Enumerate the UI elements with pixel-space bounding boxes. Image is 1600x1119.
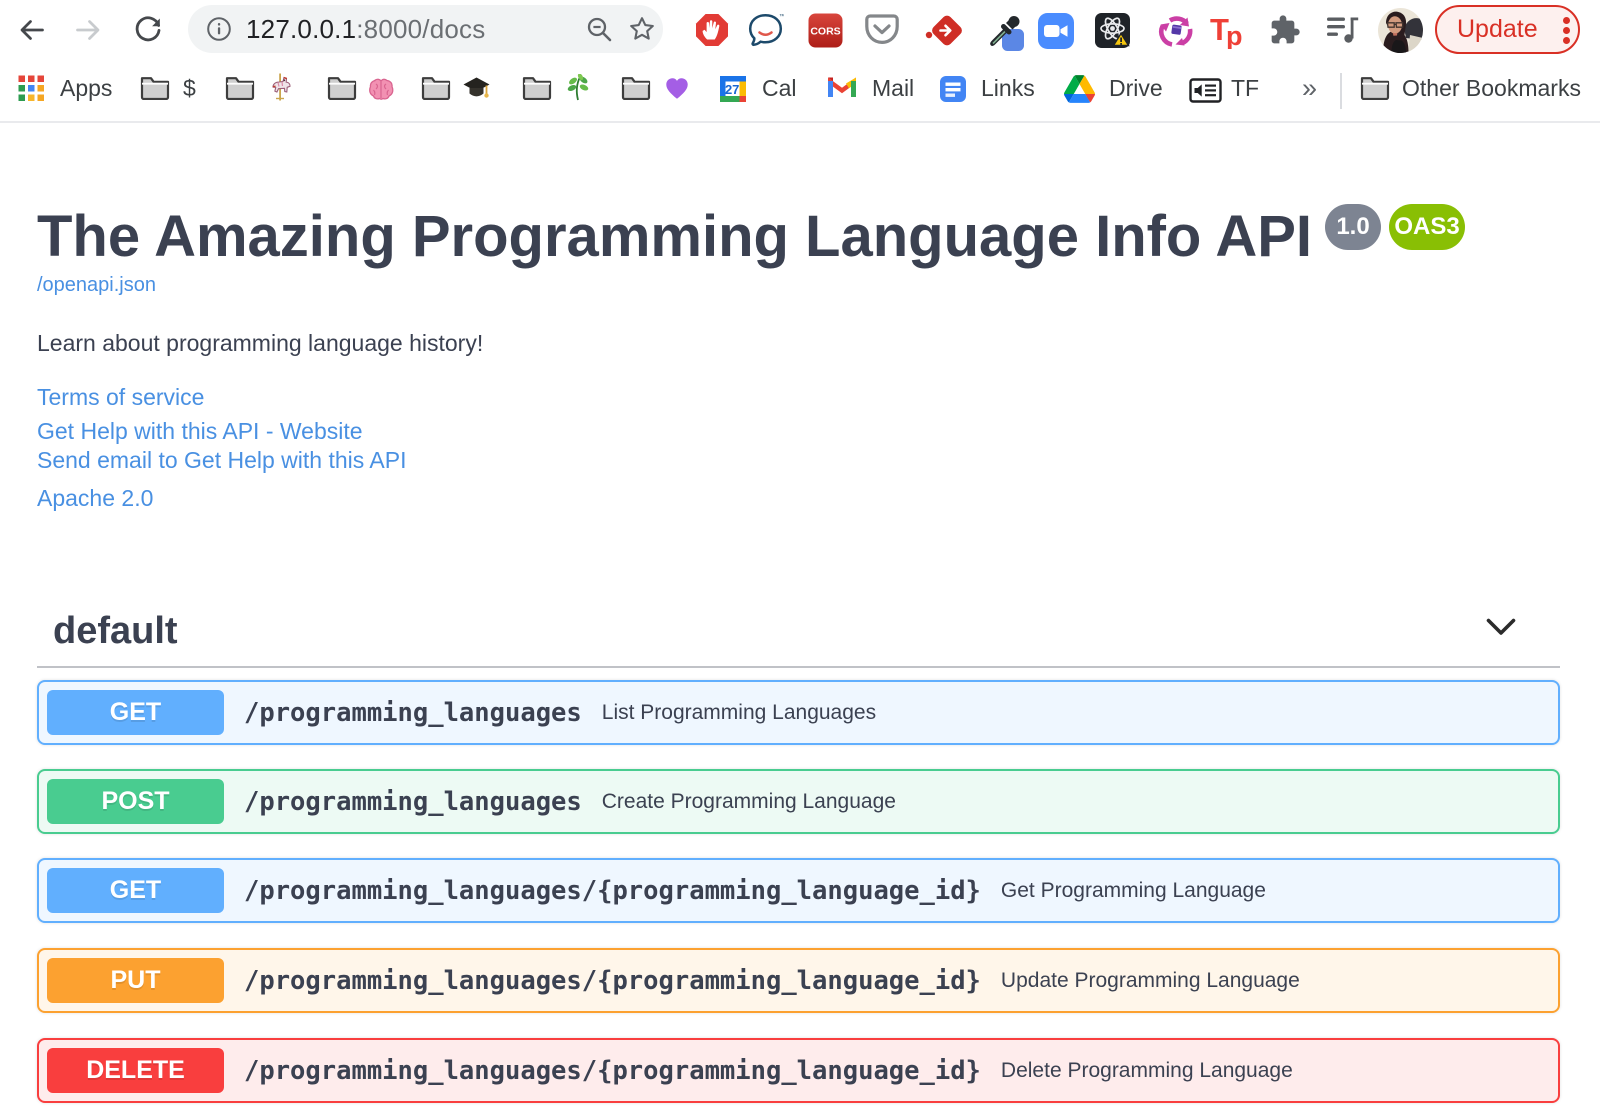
bubble-trademark: ™ <box>779 13 784 20</box>
tp-extension-icon[interactable]: T p <box>1210 13 1246 49</box>
herb-icon[interactable] <box>567 74 589 101</box>
bookmark-folder-icon[interactable] <box>327 75 357 100</box>
zoom-out-icon[interactable] <box>586 16 613 43</box>
operation-summary: Delete Programming Language <box>1000 1058 1293 1082</box>
section-collapse-chevron-icon[interactable] <box>1486 618 1516 637</box>
operation-row-post-create[interactable]: POST /programming_languages Create Progr… <box>37 769 1560 834</box>
google-drive-icon[interactable] <box>1064 75 1095 103</box>
operation-row-put-update[interactable]: PUT /programming_languages/{programming_… <box>37 948 1560 1013</box>
bookmark-folder-icon[interactable] <box>225 75 255 100</box>
adblock-extension-icon[interactable] <box>695 13 729 47</box>
gmail-icon[interactable] <box>826 75 858 99</box>
section-title-default[interactable]: default <box>53 610 178 653</box>
operation-path: /programming_languages/{programming_lang… <box>244 875 981 906</box>
react-devtools-extension-icon[interactable] <box>1094 12 1131 49</box>
url-host: 127.0.0.1 <box>246 14 357 44</box>
bookmark-dollar-label[interactable]: $ <box>183 59 196 118</box>
method-badge-put: PUT <box>47 958 224 1003</box>
chat-smile-extension-icon[interactable]: ™ <box>747 12 784 49</box>
openapi-json-link[interactable]: /openapi.json <box>37 274 156 297</box>
pocket-extension-icon[interactable] <box>865 14 899 46</box>
redirect-extension-icon[interactable] <box>925 12 962 49</box>
browser-window: 127.0.0.1:8000/docs ™ CORS T p Update Ap… <box>0 0 1600 1119</box>
bookmarks-separator <box>1340 73 1342 109</box>
profile-avatar[interactable] <box>1378 8 1423 53</box>
bookmarks-bar: Apps $ 27 Cal Mail Links Drive TF » Othe… <box>0 62 1600 123</box>
page-title: The Amazing Programming Language Info AP… <box>37 204 1313 269</box>
update-button[interactable]: Update <box>1435 5 1580 54</box>
bookmark-cal-label[interactable]: Cal <box>762 59 797 118</box>
operation-row-delete[interactable]: DELETE /programming_languages/{programmi… <box>37 1038 1560 1103</box>
operation-summary: Get Programming Language <box>1000 878 1266 902</box>
bookmark-tf-label[interactable]: TF <box>1231 59 1259 118</box>
operation-row-get-one[interactable]: GET /programming_languages/{programming_… <box>37 858 1560 923</box>
tf-card-icon[interactable] <box>1189 78 1222 103</box>
bookmark-folder-icon[interactable] <box>522 75 552 100</box>
operation-path: /programming_languages <box>244 697 582 728</box>
cors-label: CORS <box>810 26 840 38</box>
url-path: :8000/docs <box>356 14 486 44</box>
recycle-extension-icon[interactable] <box>1158 12 1195 49</box>
bookmark-apps-label[interactable]: Apps <box>60 59 112 118</box>
update-button-label: Update <box>1457 15 1538 43</box>
cors-extension-icon[interactable]: CORS <box>807 12 844 49</box>
operation-row-get-list[interactable]: GET /programming_languages List Programm… <box>37 680 1560 745</box>
license-link[interactable]: Apache 2.0 <box>37 485 153 512</box>
oas3-badge: OAS3 <box>1389 204 1465 250</box>
email-help-link[interactable]: Send email to Get Help with this API <box>37 447 406 474</box>
operation-path: /programming_languages/{programming_lang… <box>244 965 981 996</box>
method-badge-post: POST <box>47 779 224 824</box>
back-button-icon[interactable] <box>20 18 44 42</box>
bookmark-drive-label[interactable]: Drive <box>1109 59 1163 118</box>
method-badge-delete: DELETE <box>47 1048 224 1093</box>
url-text[interactable]: 127.0.0.1:8000/docs <box>246 5 485 53</box>
terms-of-service-link[interactable]: Terms of service <box>37 384 204 411</box>
reload-button-icon[interactable] <box>134 16 162 44</box>
operation-summary: Create Programming Language <box>601 789 896 813</box>
zoom-meet-extension-icon[interactable] <box>1037 12 1075 50</box>
bookmark-links-label[interactable]: Links <box>981 59 1035 118</box>
bookmark-folder-icon[interactable] <box>421 75 451 100</box>
forward-button-icon[interactable] <box>76 18 100 42</box>
brain-icon[interactable] <box>368 78 394 100</box>
api-description: Learn about programming language history… <box>37 330 484 356</box>
bookmark-folder-icon[interactable] <box>621 75 651 100</box>
bookmarks-overflow-chevron[interactable]: » <box>1302 59 1317 118</box>
website-help-link[interactable]: Get Help with this API - Website <box>37 418 363 445</box>
bookmark-mail-label[interactable]: Mail <box>872 59 914 118</box>
site-info-icon[interactable] <box>206 16 232 42</box>
purple-heart-icon[interactable] <box>665 77 689 100</box>
operation-path: /programming_languages <box>244 786 582 817</box>
method-badge-get: GET <box>47 690 224 735</box>
other-bookmarks-folder-icon[interactable] <box>1360 75 1390 100</box>
calendar-day-number: 27 <box>725 82 739 97</box>
google-calendar-icon[interactable]: 27 <box>719 75 747 103</box>
carousel-horse-icon[interactable] <box>268 73 292 101</box>
tp-letter-p: p <box>1226 21 1243 49</box>
google-docs-links-icon[interactable] <box>939 75 967 103</box>
version-badge: 1.0 <box>1325 204 1381 250</box>
method-badge-get: GET <box>47 868 224 913</box>
bookmark-star-icon[interactable] <box>628 15 656 43</box>
browser-toolbar: 127.0.0.1:8000/docs ™ CORS T p Update <box>0 0 1600 62</box>
music-queue-icon[interactable] <box>1326 14 1360 46</box>
operation-path: /programming_languages/{programming_lang… <box>244 1055 981 1086</box>
extensions-puzzle-icon[interactable] <box>1269 14 1301 46</box>
apps-grid-icon[interactable] <box>18 75 45 102</box>
operation-summary: List Programming Languages <box>601 700 877 724</box>
other-bookmarks-label[interactable]: Other Bookmarks <box>1402 59 1581 118</box>
operation-summary: Update Programming Language <box>1000 968 1300 992</box>
bookmark-folder-icon[interactable] <box>140 75 170 100</box>
graduation-cap-icon[interactable] <box>463 76 490 101</box>
section-divider <box>37 666 1560 668</box>
color-picker-extension-icon[interactable] <box>984 9 1027 52</box>
